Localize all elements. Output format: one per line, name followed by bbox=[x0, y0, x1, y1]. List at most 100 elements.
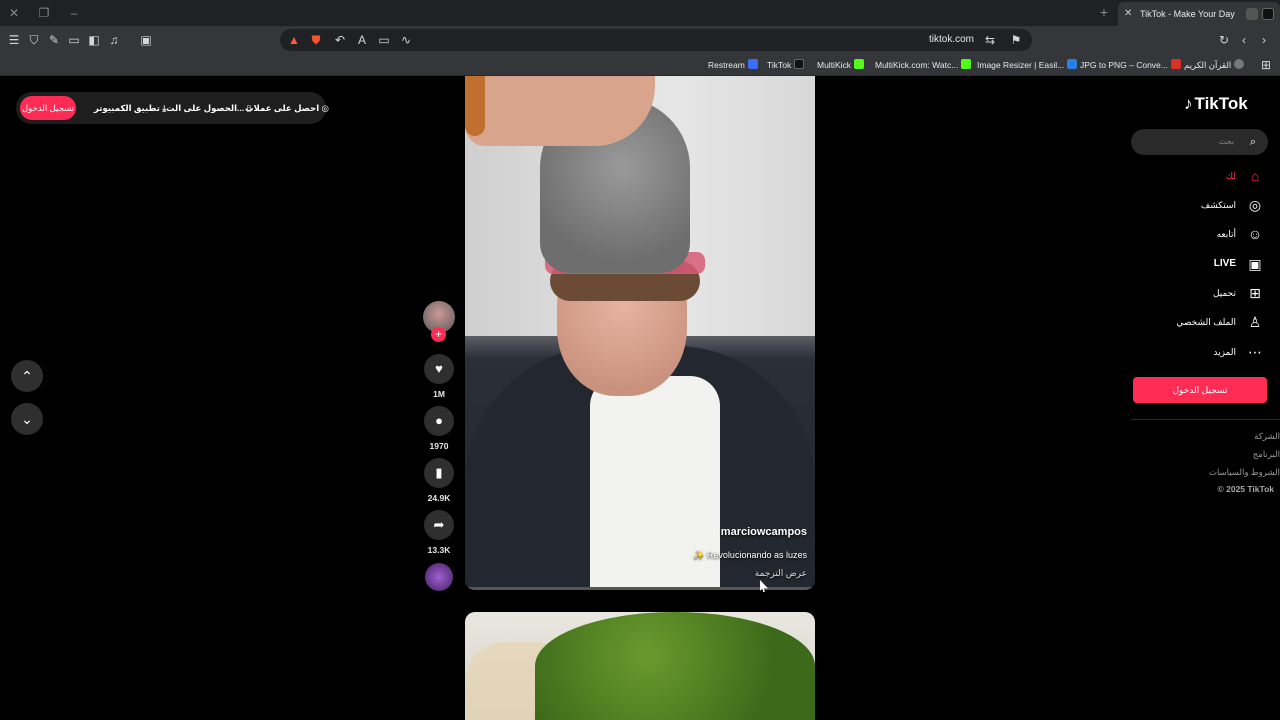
bookmarks-menu-icon[interactable]: ⊞ bbox=[1258, 57, 1274, 73]
more-icon: ⋯ bbox=[1248, 344, 1262, 360]
footer-company-link[interactable]: الشركة bbox=[1254, 431, 1280, 442]
comment-button[interactable]: ● bbox=[424, 406, 454, 436]
restore-window-icon[interactable]: ❐ bbox=[36, 5, 52, 21]
sidebar-icon[interactable]: ◧ bbox=[86, 32, 102, 48]
upload-icon: ⊞ bbox=[1249, 285, 1261, 301]
search-icon[interactable]: ⌕ bbox=[1246, 135, 1260, 149]
sidebar-login-button[interactable]: تسجيل الدخول bbox=[1133, 377, 1267, 403]
top-login-button[interactable]: تسجيل الدخول bbox=[20, 96, 76, 120]
cast-icon[interactable]: ▭ bbox=[376, 32, 392, 48]
video-username[interactable]: marciowcampos bbox=[721, 526, 807, 538]
video-hand bbox=[465, 76, 655, 146]
music-icon[interactable]: ♫ bbox=[106, 32, 122, 48]
tab-title: TikTok - Make Your Day bbox=[1140, 9, 1235, 19]
footer-program-link[interactable]: البرنامج bbox=[1253, 449, 1280, 460]
coin-icon: ◎ bbox=[321, 103, 329, 113]
get-app-link[interactable]: الحصول على الت... ▯ bbox=[166, 92, 251, 124]
search-input[interactable]: بحث ⌕ bbox=[1131, 129, 1268, 155]
translate-icon[interactable]: A bbox=[354, 32, 370, 48]
minimize-window-icon[interactable]: – bbox=[66, 5, 82, 21]
home-icon: ⌂ bbox=[1250, 168, 1260, 184]
shield-icon[interactable]: ⛉ bbox=[26, 32, 42, 48]
bookmark-jpg-to-png[interactable]: JPG to PNG – Conve... bbox=[1080, 57, 1181, 73]
share-count: 13.3K bbox=[427, 545, 451, 555]
image-resizer-icon bbox=[1067, 59, 1078, 69]
bookmark-image-resizer[interactable]: Image Resizer | Easil... bbox=[977, 57, 1078, 73]
brave-shields-icon[interactable]: ⛊ bbox=[308, 32, 324, 48]
live-icon: ▣ bbox=[1248, 256, 1262, 272]
tab-close-icon[interactable]: ✕ bbox=[1124, 2, 1132, 26]
footer-terms-link[interactable]: الشروط والسياسات bbox=[1209, 467, 1280, 478]
next-video-button[interactable]: ⌄ bbox=[11, 403, 43, 435]
bookmark-icon[interactable]: ⚑ bbox=[1008, 32, 1024, 48]
save-button[interactable]: ▮ bbox=[424, 458, 454, 488]
bookmark-icon: ▮ bbox=[435, 465, 443, 480]
new-tab-icon[interactable]: + bbox=[1100, 4, 1108, 20]
sidebar-item-profile[interactable]: الملف الشخصي ♙ bbox=[1176, 311, 1264, 333]
browser-titlebar: ✕ ❐ – + ✕ TikTok - Make Your Day bbox=[0, 0, 1280, 26]
chevron-down-icon: ⌄ bbox=[21, 411, 33, 427]
tab-mute-icon[interactable] bbox=[1246, 8, 1258, 20]
get-coins-link[interactable]: احصل على عملات ◎ bbox=[245, 92, 329, 124]
tiktok-icon bbox=[794, 59, 805, 69]
bookmark-multikick[interactable]: MultiKick bbox=[817, 57, 865, 73]
brave-rewards-icon[interactable]: ▲ bbox=[286, 32, 302, 48]
extensions-icon[interactable]: ✎ bbox=[46, 32, 62, 48]
share-button[interactable]: ➦ bbox=[424, 510, 454, 540]
search-placeholder: بحث bbox=[1218, 137, 1234, 146]
sidebar-item-more[interactable]: المزيد ⋯ bbox=[1213, 341, 1264, 363]
desktop-app-link[interactable]: تطبيق الكمبيوتر ⤓ bbox=[94, 92, 166, 124]
previous-video-button[interactable]: ⌃ bbox=[11, 360, 43, 392]
top-actions-bar: تسجيل الدخول تطبيق الكمبيوتر ⤓ الحصول عل… bbox=[16, 92, 329, 124]
sidebar-item-for-you[interactable]: لك ⌂ bbox=[1226, 165, 1264, 187]
bookmark-tiktok[interactable]: TikTok bbox=[767, 57, 805, 73]
bookmark-multikick-watch[interactable]: MultiKick.com: Watc... bbox=[875, 57, 972, 73]
like-count: 1M bbox=[433, 389, 445, 399]
heart-icon: ♥ bbox=[435, 361, 443, 376]
reload-icon[interactable]: ↻ bbox=[1216, 32, 1232, 48]
share-icon[interactable]: ↶ bbox=[332, 32, 348, 48]
wallet-icon[interactable]: ▭ bbox=[66, 32, 82, 48]
following-icon: ☺ bbox=[1247, 226, 1263, 242]
video-plant bbox=[535, 612, 815, 720]
menu-icon[interactable]: ☰ bbox=[6, 32, 22, 48]
next-video-preview[interactable] bbox=[465, 612, 815, 720]
site-settings-icon[interactable]: ⇆ bbox=[982, 32, 998, 48]
comment-icon: ● bbox=[435, 413, 443, 428]
video-brush bbox=[465, 76, 485, 136]
sidebar-item-following[interactable]: أتابعه ☺ bbox=[1217, 223, 1264, 245]
address-bar[interactable]: ▲ ⛊ ↶ A ▭ ∿ tiktok.com ⇆ ⚑ bbox=[280, 29, 1032, 51]
compass-icon: ◎ bbox=[1248, 197, 1262, 213]
tiktok-note-icon: ♪ bbox=[1184, 94, 1193, 113]
video-player[interactable]: marciowcampos ✨ Revolucionando as luzes … bbox=[465, 76, 815, 590]
follow-plus-icon[interactable]: + bbox=[431, 327, 446, 342]
back-icon[interactable]: ‹ bbox=[1236, 32, 1252, 48]
browser-tab[interactable]: ✕ TikTok - Make Your Day bbox=[1118, 2, 1280, 26]
bookmark-restream[interactable]: Restream bbox=[708, 57, 758, 73]
sidebar-item-explore[interactable]: استكشف ◎ bbox=[1201, 194, 1264, 216]
profile-icon: ♙ bbox=[1248, 314, 1262, 330]
tiktok-favicon-icon bbox=[1262, 8, 1274, 20]
screenshot-icon[interactable]: ▣ bbox=[138, 32, 154, 48]
multikick-icon bbox=[961, 59, 972, 69]
url-text[interactable]: tiktok.com bbox=[929, 29, 974, 51]
browser-toolbar: ☰ ⛉ ✎ ▭ ◧ ♫ ▣ ▲ ⛊ ↶ A ▭ ∿ tiktok.com ⇆ ⚑… bbox=[0, 26, 1280, 54]
tiktok-logo[interactable]: ♪ TikTok bbox=[1184, 94, 1248, 118]
music-disc-icon[interactable] bbox=[425, 563, 453, 591]
reader-icon[interactable]: ∿ bbox=[398, 32, 414, 48]
sidebar-item-upload[interactable]: تحميل ⊞ bbox=[1213, 282, 1264, 304]
multikick-icon bbox=[854, 59, 865, 69]
globe-icon bbox=[1234, 59, 1245, 69]
bookmarks-bar: Restream TikTok MultiKick MultiKick.com:… bbox=[0, 54, 1280, 76]
chevron-up-icon: ⌃ bbox=[21, 368, 33, 384]
see-translation-link[interactable]: عرض الترجمة bbox=[755, 568, 807, 579]
share-arrow-icon: ➦ bbox=[433, 517, 445, 532]
jpg-to-png-icon bbox=[1170, 59, 1181, 69]
close-window-icon[interactable]: ✕ bbox=[6, 5, 22, 21]
restream-icon bbox=[747, 59, 758, 69]
footer-copyright: © 2025 TikTok bbox=[1217, 484, 1274, 494]
like-button[interactable]: ♥ bbox=[424, 354, 454, 384]
bookmark-quran[interactable]: القرآن الكريم bbox=[1184, 57, 1245, 73]
forward-icon[interactable]: › bbox=[1256, 32, 1272, 48]
sidebar-item-live[interactable]: LIVE ▣ bbox=[1214, 253, 1264, 275]
